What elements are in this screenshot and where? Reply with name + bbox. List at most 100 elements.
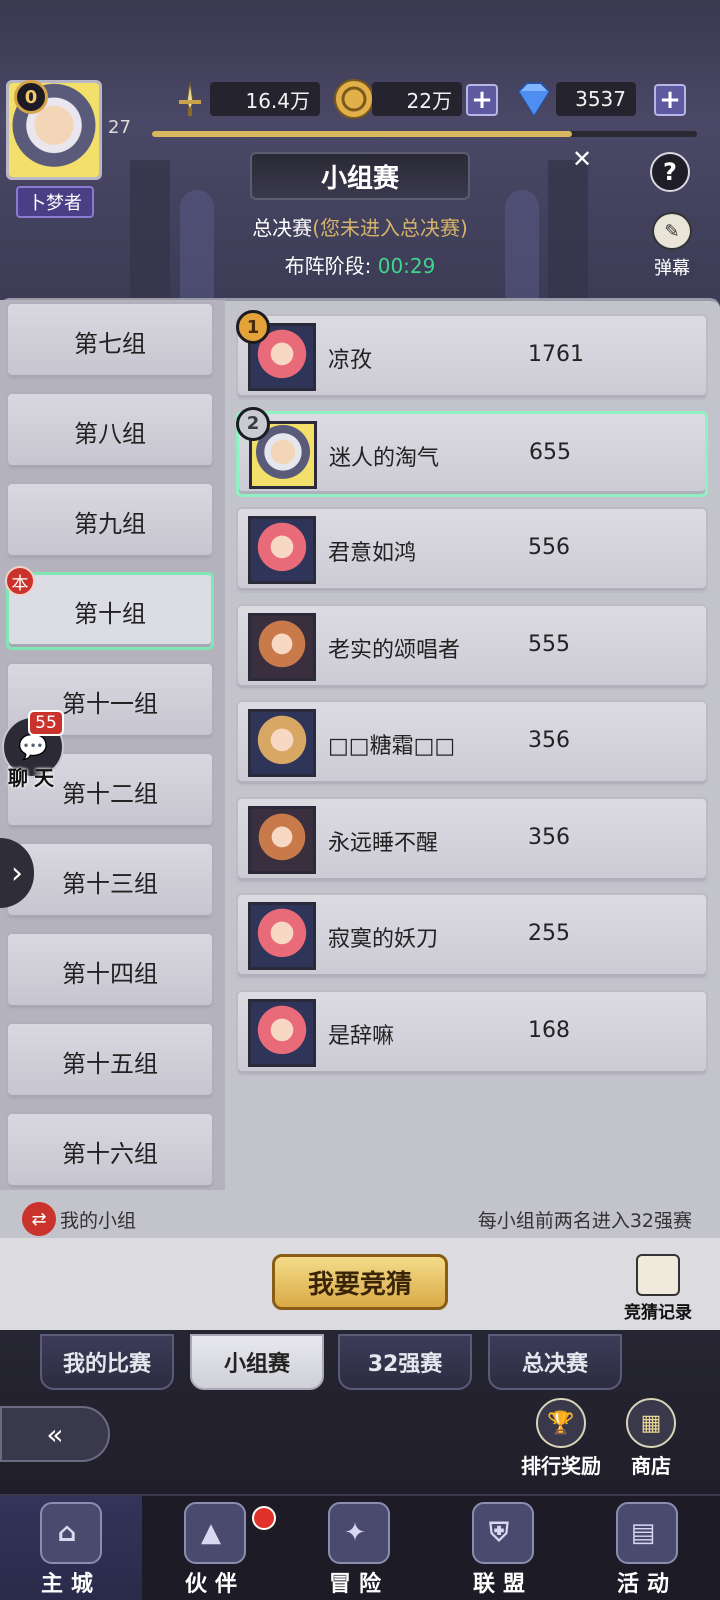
diamond-value: 3537 (556, 82, 636, 116)
nav-item[interactable]: ▤ 活动 (576, 1496, 718, 1600)
scroll-icon (636, 1254, 680, 1296)
nav-item[interactable]: ⌂ 主城 (0, 1496, 142, 1600)
window-arch (505, 190, 539, 300)
ranking-row[interactable]: 是辞嘛 168 (236, 989, 708, 1076)
player-name: 迷人的淘气 (329, 445, 440, 471)
compass-icon: ✦ (328, 1502, 390, 1564)
player-avatar (248, 612, 316, 681)
tab[interactable]: 总决赛 (488, 1334, 622, 1390)
player-score: 356 (528, 728, 570, 753)
player-avatar (248, 902, 316, 970)
player-avatar (248, 516, 316, 584)
tab[interactable]: 小组赛 (190, 1334, 324, 1390)
vip-badge: 0 (14, 80, 48, 114)
guess-record-label: 竞猜记录 (624, 1303, 692, 1323)
group-tab[interactable]: 第九组 (6, 482, 214, 560)
nav-item[interactable]: ✦ 冒险 (288, 1496, 430, 1600)
ranking-row[interactable]: 迷人的淘气 655 (236, 410, 708, 497)
group-tab[interactable]: 第十六组 (6, 1112, 214, 1190)
chat-label: 聊天 (8, 766, 60, 790)
ranking-row[interactable]: 君意如鸿 556 (236, 507, 708, 593)
nav-label: 冒险 (328, 1572, 389, 1597)
ranking-row[interactable]: 永远睡不醒 356 (236, 796, 708, 883)
rank-medal-icon: 2 (236, 406, 270, 441)
guess-record-button[interactable]: 竞猜记录 (610, 1254, 706, 1323)
player-name: 寂寞的妖刀 (328, 927, 439, 952)
nav-label: 活动 (616, 1572, 677, 1597)
help-button[interactable]: ? (650, 152, 690, 192)
shield-icon: ⛨ (472, 1502, 534, 1564)
ranking-row[interactable]: 老实的颂唱者 555 (236, 603, 708, 690)
swap-icon[interactable]: ⇄ (22, 1202, 56, 1236)
gold-value: 22万 (372, 82, 462, 116)
rank-reward-label: 排行奖励 (521, 1454, 601, 1478)
back-arrow-icon: « (46, 1417, 64, 1451)
shop-label: 商店 (631, 1454, 671, 1478)
player-name: 君意如鸿 (328, 541, 417, 566)
stage-note: (您未进入总决赛) (312, 216, 468, 240)
player-name: 凉孜 (328, 348, 373, 373)
diamond-icon (512, 77, 556, 121)
chat-unread-badge: 55 (28, 710, 64, 736)
gold-coin-icon (332, 77, 376, 121)
ranking-row[interactable]: □□糖霜□□ 356 (236, 700, 708, 786)
window-arch (180, 190, 214, 300)
player-score: 168 (528, 1017, 570, 1043)
ranking-row[interactable]: 凉孜 1761 (236, 314, 708, 400)
player-score: 655 (529, 439, 571, 465)
group-tab[interactable]: 第十组 (6, 572, 214, 650)
rank-medal-icon: 1 (236, 310, 270, 344)
nav-label: 伙伴 (184, 1572, 245, 1597)
advance-rule: 每小组前两名进入32强赛 (477, 1210, 692, 1232)
player-name: 永远睡不醒 (328, 830, 439, 856)
add-diamond-button[interactable]: + (654, 84, 686, 116)
sword-icon (168, 77, 212, 121)
group-tab[interactable]: 第七组 (6, 302, 214, 380)
witch-hat-icon: ▲ (184, 1502, 246, 1564)
tab[interactable]: 32强赛 (338, 1334, 472, 1390)
tab[interactable]: 我的比赛 (40, 1334, 174, 1390)
close-icon[interactable]: ✕ (572, 145, 592, 173)
ranking-row[interactable]: 寂寞的妖刀 255 (236, 893, 708, 979)
stage-text: 总决赛(您未进入总决赛) (0, 212, 720, 241)
player-score: 556 (528, 535, 570, 560)
xp-bar (152, 131, 697, 137)
nav-item[interactable]: ⛨ 联盟 (432, 1496, 574, 1600)
player-score: 356 (528, 824, 570, 850)
phase-text: 布阵阶段: 00:29 (0, 250, 720, 279)
back-button[interactable]: « (0, 1406, 110, 1462)
phase-timer: 00:29 (377, 254, 436, 278)
my-group-link[interactable]: 我的小组 (60, 1206, 136, 1233)
shop-icon: ▦ (626, 1398, 676, 1448)
chat-bubble-icon: 💬 (18, 733, 48, 761)
player-avatar (248, 998, 316, 1067)
player-name: □□糖霜□□ (328, 734, 456, 759)
stage-prefix: 总决赛 (252, 216, 313, 240)
group-tab[interactable]: 第十三组 (6, 842, 214, 920)
xp-fill (152, 131, 572, 137)
player-name: 老实的颂唱者 (328, 637, 461, 663)
group-tab[interactable]: 第十五组 (6, 1022, 214, 1100)
guess-button[interactable]: 我要竞猜 (272, 1254, 448, 1310)
player-avatar (248, 709, 316, 777)
cards-icon: ▤ (616, 1502, 678, 1564)
castle-icon: ⌂ (40, 1502, 102, 1564)
nav-label: 主城 (40, 1572, 101, 1597)
player-score: 255 (528, 921, 570, 946)
group-tab[interactable]: 第十四组 (6, 932, 214, 1010)
add-gold-button[interactable]: + (466, 84, 498, 116)
trophy-icon: 🏆 (536, 1398, 586, 1448)
page-title: 小组赛 (250, 152, 470, 200)
group-tab[interactable]: 第八组 (6, 392, 214, 470)
power-value: 16.4万 (210, 82, 320, 116)
self-group-badge: 本 (5, 566, 35, 596)
rank-reward-button[interactable]: 🏆 排行奖励 (516, 1398, 606, 1479)
player-name: 是辞嘛 (328, 1023, 395, 1049)
phase-label: 布阵阶段: (284, 254, 372, 278)
notification-dot (252, 1506, 276, 1530)
player-level: 27 (108, 117, 131, 138)
player-score: 555 (528, 631, 570, 657)
shop-button[interactable]: ▦ 商店 (618, 1398, 684, 1479)
player-avatar (248, 805, 316, 874)
nav-label: 联盟 (472, 1572, 533, 1597)
